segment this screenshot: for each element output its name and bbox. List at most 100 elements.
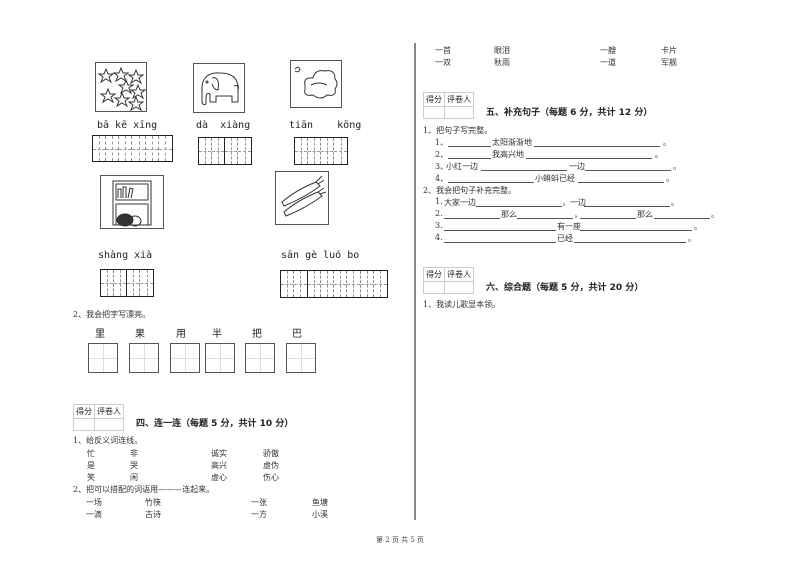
word: 卡片 xyxy=(661,46,677,55)
sentence-end: 。 xyxy=(711,210,719,219)
section-title: 五、补充句子（每题 6 分，共计 12 分） xyxy=(486,108,653,118)
grader-cell[interactable] xyxy=(444,106,474,119)
word: 骄傲 xyxy=(263,449,279,458)
sentence-fragment: 小红一边 xyxy=(446,162,478,171)
score-cell[interactable] xyxy=(423,106,445,119)
answer-blank[interactable] xyxy=(448,182,534,183)
word: 一道 xyxy=(600,58,616,67)
writing-box[interactable] xyxy=(88,343,118,373)
sky-picture xyxy=(290,60,342,108)
answer-blank[interactable] xyxy=(481,170,567,171)
writing-grid-shelf[interactable] xyxy=(100,269,154,297)
answer-blank[interactable] xyxy=(580,230,692,231)
word: 鱼塘 xyxy=(312,498,328,507)
sentence-fragment: 我高兴地 xyxy=(492,150,524,159)
answer-blank[interactable] xyxy=(584,206,670,207)
word: 竹筷 xyxy=(145,498,161,507)
practice-char: 用 xyxy=(176,329,186,340)
writing-box[interactable] xyxy=(286,343,316,373)
question-prompt: 1、把句子写完整。 xyxy=(423,126,493,135)
answer-blank[interactable] xyxy=(526,158,652,159)
answer-blank[interactable] xyxy=(448,146,491,147)
pinyin-stars: bā kē xīng xyxy=(97,120,158,131)
sentence-fragment: 那么 xyxy=(637,210,653,219)
sentence-end: 。 xyxy=(663,138,671,147)
word: 一艘 xyxy=(600,46,616,55)
writing-grid-sky[interactable] xyxy=(294,137,348,165)
score-header: 得分 xyxy=(423,92,445,107)
word: 虚伪 xyxy=(263,461,279,470)
pinyin-elephant: dà xiàng xyxy=(196,120,251,131)
answer-blank[interactable] xyxy=(444,242,556,243)
practice-char: 半 xyxy=(212,329,222,340)
section-title: 六、综合题（每题 5 分，共计 20 分） xyxy=(486,283,644,293)
answer-blank[interactable] xyxy=(448,158,491,159)
sentence-end: 。 xyxy=(671,198,679,207)
answer-blank[interactable] xyxy=(534,146,660,147)
word: 伤心 xyxy=(263,473,279,482)
shelf-picture xyxy=(100,175,164,229)
word: 一场 xyxy=(86,498,102,507)
item-number: 3. xyxy=(435,221,443,230)
writing-grid-elephant[interactable] xyxy=(198,137,252,165)
score-table: 得分 评卷人 xyxy=(423,92,474,119)
sentence-fragment: 太阳渐渐地 xyxy=(492,138,532,147)
score-table: 得分 评卷人 xyxy=(73,404,124,431)
word: 军舰 xyxy=(661,58,677,67)
practice-char: 巴 xyxy=(292,329,302,340)
writing-box[interactable] xyxy=(170,343,200,373)
sentence-fragment: 那么 xyxy=(501,210,517,219)
answer-blank[interactable] xyxy=(580,218,636,219)
item-number: 4、 xyxy=(435,174,449,183)
carrots-picture xyxy=(275,171,329,225)
answer-blank[interactable] xyxy=(476,206,562,207)
sentence-end: 。 xyxy=(655,150,663,159)
word: 眼泪 xyxy=(494,46,510,55)
section-title: 四、连一连（每题 5 分，共计 10 分） xyxy=(136,419,294,429)
writing-box[interactable] xyxy=(129,343,159,373)
sentence-fragment: 已经 xyxy=(557,234,573,243)
item-number: 1. xyxy=(435,197,443,206)
writing-box[interactable] xyxy=(245,343,275,373)
sentence-end: 。 xyxy=(688,234,696,243)
answer-blank[interactable] xyxy=(574,242,686,243)
pinyin-shelf: shàng xià xyxy=(98,250,153,261)
item-number: 1、 xyxy=(435,138,449,147)
writing-grid-carrots[interactable] xyxy=(280,270,388,298)
word: 虚心 xyxy=(211,473,227,482)
word: 忙 xyxy=(87,449,95,458)
page-footer: 第 2 页 共 5 页 xyxy=(375,536,425,544)
practice-char: 里 xyxy=(95,329,105,340)
score-cell[interactable] xyxy=(73,418,95,431)
score-table: 得分 评卷人 xyxy=(423,267,474,294)
writing-grid-stars[interactable] xyxy=(92,135,173,162)
grader-cell[interactable] xyxy=(444,281,474,294)
writing-box[interactable] xyxy=(205,343,235,373)
q2-prompt: 2、我会把字写漂亮。 xyxy=(73,310,151,319)
stars-picture xyxy=(95,62,147,112)
score-cell[interactable] xyxy=(423,281,445,294)
answer-blank[interactable] xyxy=(654,218,710,219)
word: 小溪 xyxy=(312,510,328,519)
word: 一方 xyxy=(251,510,267,519)
sentence-end: 。 xyxy=(694,222,702,231)
sentence-fragment: ，一边 xyxy=(562,198,586,207)
sentence-fragment: 有一座 xyxy=(557,222,581,231)
pinyin-sky: tiān kōng xyxy=(289,120,362,131)
word: 高兴 xyxy=(211,461,227,470)
answer-blank[interactable] xyxy=(585,170,671,171)
question-prompt: 2、我会把句子补充完整。 xyxy=(423,186,517,195)
word: 诚实 xyxy=(211,449,227,458)
sentence-fragment: 小蝌蚪已经 xyxy=(535,174,575,183)
word: 闲 xyxy=(130,473,138,482)
item-number: 4. xyxy=(435,233,443,242)
answer-blank[interactable] xyxy=(444,230,556,231)
grader-cell[interactable] xyxy=(94,418,124,431)
answer-blank[interactable] xyxy=(578,182,664,183)
answer-blank[interactable] xyxy=(444,218,500,219)
answer-blank[interactable] xyxy=(517,218,573,219)
sentence-end: 。 xyxy=(666,174,674,183)
practice-char: 果 xyxy=(135,329,145,340)
word: 哭 xyxy=(130,461,138,470)
question-prompt: 1、我读儿歌显本领。 xyxy=(423,300,501,309)
